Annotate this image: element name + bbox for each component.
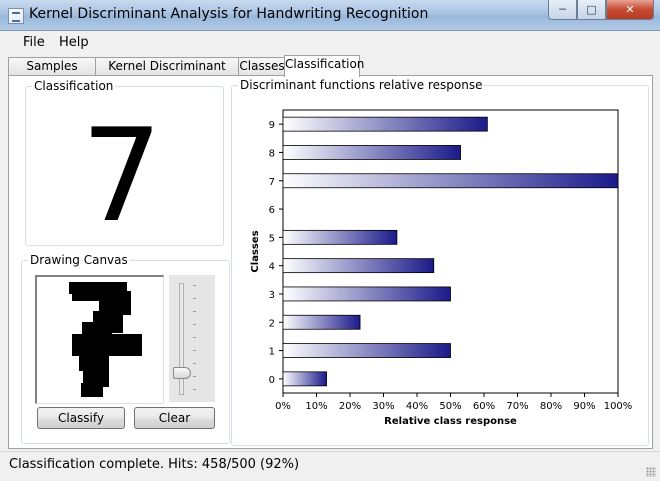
bar-class-5	[282, 229, 398, 245]
y-tick-label: 7	[269, 177, 275, 188]
slider-thumb[interactable]	[173, 367, 191, 379]
relative-response-chart: 01234567890% 10% 20% 30% 40% 50% 60% 70% 80% 90% 1…	[250, 109, 633, 427]
classify-button[interactable]: Classify	[37, 407, 125, 429]
resize-grip[interactable]	[646, 467, 656, 477]
x-tick-label: 80%	[540, 401, 562, 412]
window-title: Kernel Discriminant Analysis for Handwri…	[29, 6, 429, 22]
tab-classification[interactable]: Classification	[284, 55, 364, 77]
menu-file[interactable]: File	[23, 35, 45, 50]
bar-class-8	[282, 145, 461, 160]
drawing-canvas-group: Drawing Canvas Classify Clear	[21, 253, 230, 444]
close-icon: ✕	[625, 3, 635, 16]
x-axis-label: Relative class response	[384, 416, 517, 427]
maximize-icon: □	[586, 3, 597, 16]
bar-class-2	[282, 314, 361, 330]
bar-class-1	[282, 343, 451, 358]
app-icon	[8, 8, 24, 24]
x-tick-label: 40%	[406, 401, 428, 412]
y-tick-label: 6	[269, 205, 275, 216]
y-tick-label: 5	[269, 233, 275, 244]
y-tick-label: 8	[269, 148, 275, 159]
classification-tab-page: Classification 7 Drawing Canvas Classify…	[8, 75, 653, 449]
x-tick-label: 20%	[339, 401, 361, 412]
bar-class-0	[282, 371, 327, 387]
x-tick-label: 70%	[506, 401, 528, 412]
x-tick-label: 10%	[305, 401, 327, 412]
chart-group: Discriminant functions relative response…	[231, 78, 649, 446]
status-text: Classification complete. Hits: 458/500 (…	[9, 457, 300, 472]
y-tick-label: 2	[269, 318, 275, 329]
classification-group-label: Classification	[32, 79, 116, 93]
bar-class-4	[282, 258, 435, 274]
x-tick-label: 100%	[604, 401, 633, 412]
tab-kernel-discriminant-analysis[interactable]: Kernel Discriminant Analysis	[95, 57, 239, 90]
minimize-button[interactable]: ─	[548, 0, 577, 20]
x-tick-label: 50%	[439, 401, 461, 412]
tab-samples-input[interactable]: Samples (Input)	[8, 57, 96, 90]
clear-button[interactable]: Clear	[134, 407, 215, 429]
bar-class-7	[282, 173, 619, 189]
y-tick-label: 4	[269, 262, 275, 273]
maximize-button[interactable]: □	[577, 0, 606, 20]
app-window: Kernel Discriminant Analysis for Handwri…	[0, 0, 660, 481]
menu-help[interactable]: Help	[59, 35, 89, 50]
y-tick-label: 9	[269, 120, 275, 131]
y-tick-label: 3	[269, 290, 275, 301]
menu-bar: File Help	[0, 31, 660, 53]
drawing-canvas[interactable]	[35, 275, 164, 404]
predicted-digit: 7	[81, 102, 163, 251]
minimize-icon: ─	[559, 3, 566, 16]
close-button[interactable]: ✕	[606, 0, 654, 20]
x-tick-label: 0%	[275, 401, 291, 412]
x-tick-label: 30%	[372, 401, 394, 412]
bar-class-3	[282, 286, 451, 302]
y-tick-label: 1	[269, 347, 275, 358]
drawing-canvas-group-label: Drawing Canvas	[28, 253, 130, 267]
y-tick-label: 0	[269, 375, 275, 386]
classification-group: Classification 7	[25, 79, 224, 251]
title-bar[interactable]: Kernel Discriminant Analysis for Handwri…	[0, 0, 660, 31]
bar-class-9	[282, 116, 488, 132]
y-axis-label: Classes	[250, 230, 261, 272]
x-tick-label: 60%	[473, 401, 495, 412]
x-tick-label: 90%	[573, 401, 595, 412]
status-bar: Classification complete. Hits: 458/500 (…	[0, 451, 660, 481]
tab-classes[interactable]: Classes	[238, 57, 286, 76]
pen-size-slider[interactable]	[169, 275, 215, 402]
